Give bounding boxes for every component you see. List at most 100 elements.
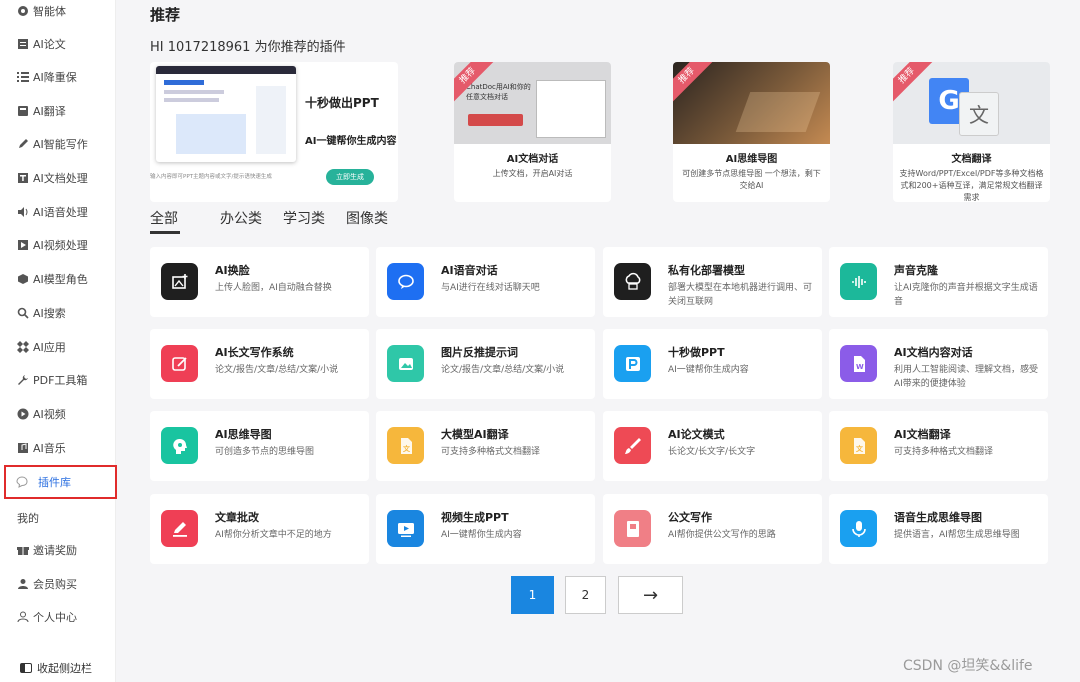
ppt-icon	[614, 345, 651, 382]
plugin-card[interactable]: AI换脸上传人脸图，AI自动融合替换	[150, 247, 369, 317]
sidebar-item-invite[interactable]: 邀请奖励	[0, 537, 116, 563]
watermark: CSDN @坦笑&&life	[903, 658, 1033, 674]
collapse-sidebar-button[interactable]: 收起侧边栏	[20, 660, 92, 676]
tab-image[interactable]: 图像类	[346, 208, 388, 228]
plugin-card-title: 大模型AI翻译	[441, 428, 509, 441]
sidebar-item-label: AI论文	[33, 38, 66, 51]
plugin-card-title: 声音克隆	[894, 264, 938, 277]
sidebar-item-profile[interactable]: 个人中心	[0, 604, 116, 630]
translate-icon	[17, 105, 29, 117]
plugin-card-desc: 论文/报告/文章/总结/文案/小说	[215, 365, 339, 375]
speaker-icon	[17, 206, 29, 218]
plugin-card-title: AI换脸	[215, 264, 250, 277]
plugin-card[interactable]: 视频生成PPT AI一键帮你生成内容	[376, 494, 595, 564]
plugin-card-desc: AI一键帮你生成内容	[668, 365, 749, 375]
plugin-card-title: 语音生成思维导图	[894, 511, 982, 524]
brush-icon	[614, 427, 651, 464]
featured-ppt-banner[interactable]: 十秒做出PPT AI一键帮你生成内容 输入内容即可PPT主题内容或文字/提示语快…	[150, 62, 398, 202]
sidebar-item-ai-search[interactable]: AI搜索	[0, 300, 116, 326]
tab-active-underline	[150, 231, 180, 234]
sidebar-item-label: AI音乐	[33, 442, 66, 455]
plugin-card-desc: 可支持多种格式文档翻译	[441, 447, 541, 457]
plugin-card[interactable]: 十秒做PPT AI一键帮你生成内容	[603, 329, 822, 399]
page-2-button[interactable]: 2	[565, 576, 606, 614]
plugin-card-title: 公文写作	[668, 511, 712, 524]
plugin-card[interactable]: AI思维导图 可创造多节点的思维导图	[150, 411, 369, 481]
mind-head-icon	[161, 427, 198, 464]
plugin-card-title: 视频生成PPT	[441, 511, 509, 524]
plugin-card[interactable]: 声音克隆让AI克隆你的声音并根据文字生成语音	[829, 247, 1048, 317]
official-doc-icon	[614, 510, 651, 547]
sidebar-item-plugins[interactable]: 插件库	[4, 465, 117, 499]
generate-now-button[interactable]: 立即生成	[326, 169, 374, 185]
plugin-card[interactable]: 私有化部署模型 部署大模型在本地机器进行调用、可关闭互联网	[603, 247, 822, 317]
sidebar-item-ai-reduce[interactable]: AI降重保	[0, 64, 116, 90]
sidebar-item-label: AI智能写作	[33, 138, 88, 151]
collapse-sidebar-label: 收起侧边栏	[37, 662, 92, 675]
featured-ai-doc-chat[interactable]: ChatDoc用AI和你的任意文档对话 推荐 AI文档对话 上传文档，开启AI对…	[454, 62, 611, 202]
sidebar-item-label: AI翻译	[33, 105, 66, 118]
plugin-card-title: 十秒做PPT	[668, 346, 725, 359]
tab-office[interactable]: 办公类	[220, 208, 262, 228]
sidebar-item-membership[interactable]: 会员购买	[0, 571, 116, 597]
sidebar-item-ai-voice[interactable]: AI语音处理	[0, 199, 116, 225]
next-page-button[interactable]: →	[618, 576, 683, 614]
featured-ai-mindmap[interactable]: 推荐 AI思维导图 可创建多节点思维导图 一个想法，剩下交给AI	[673, 62, 830, 202]
sidebar-item-ai-music[interactable]: AI音乐	[0, 435, 116, 461]
member-icon	[17, 578, 29, 590]
sidebar-item-ai-writing[interactable]: AI智能写作	[0, 131, 116, 157]
translate-char-icon: 文	[959, 92, 999, 136]
cube-icon	[17, 273, 29, 285]
cloud-server-icon	[614, 263, 651, 300]
edit-icon	[161, 345, 198, 382]
sidebar-item-ai-video-proc[interactable]: AI视频处理	[0, 232, 116, 258]
featured-doc-translate[interactable]: G 文 推荐 文档翻译 支持Word/PPT/Excel/PDF等多种文档格式和…	[893, 62, 1050, 202]
plugin-card-title: AI长文写作系统	[215, 346, 294, 359]
featured-title: 文档翻译	[951, 154, 992, 165]
tab-all[interactable]: 全部	[150, 208, 178, 228]
sidebar-item-ai-apps[interactable]: AI应用	[0, 334, 116, 360]
sidebar-item-label: AI搜索	[33, 307, 66, 320]
plugin-card-title: AI文档翻译	[894, 428, 951, 441]
plugin-card-desc: 利用人工智能阅读、理解文档，感受AI带来的便捷体验	[894, 365, 1039, 389]
plugin-card[interactable]: 文 大模型AI翻译可支持多种格式文档翻译	[376, 411, 595, 481]
banner-subtitle: AI一键帮你生成内容	[305, 136, 397, 147]
plugin-card[interactable]: AI论文模式 长论文/长文字/长文字	[603, 411, 822, 481]
plugin-card-desc: 上传人脸图，AI自动融合替换	[215, 283, 332, 293]
page-1-button[interactable]: 1	[511, 576, 554, 614]
plugin-card[interactable]: 语音生成思维导图提供语言，AI帮您生成思维导图	[829, 494, 1048, 564]
plugin-card-desc: 提供语言，AI帮您生成思维导图	[894, 530, 1020, 540]
doc-translate-icon: 文	[840, 427, 877, 464]
plugin-card-title: AI文档内容对话	[894, 346, 973, 359]
sidebar-item-label: 插件库	[38, 476, 71, 489]
plugin-card[interactable]: 文章批改 AI帮你分析文章中不足的地方	[150, 494, 369, 564]
plugin-card-desc: 与AI进行在线对话聊天吧	[441, 283, 540, 293]
sidebar-item-ai-video[interactable]: AI视频	[0, 401, 116, 427]
sidebar-section-mine: 我的	[17, 512, 39, 525]
sidebar-item-label: PDF工具箱	[33, 374, 88, 387]
agent-icon	[17, 5, 29, 17]
plugin-card[interactable]: 公文写作 AI帮你提供公文写作的思路	[603, 494, 822, 564]
plugin-card-desc: 可创造多节点的思维导图	[215, 447, 315, 457]
plugin-card[interactable]: W AI文档内容对话 利用人工智能阅读、理解文档，感受AI带来的便捷体验	[829, 329, 1048, 399]
image-icon	[387, 345, 424, 382]
sidebar-item-ai-model[interactable]: AI模型角色	[0, 266, 116, 292]
apps-icon	[17, 341, 29, 353]
plugin-card-desc: 让AI克隆你的声音并根据文字生成语音	[894, 283, 1038, 307]
plugin-card[interactable]: 文 AI文档翻译 可支持多种格式文档翻译	[829, 411, 1048, 481]
plugin-card[interactable]: AI长文写作系统论文/报告/文章/总结/文案/小说	[150, 329, 369, 399]
sidebar-item-agent[interactable]: 智能体	[0, 0, 116, 24]
sidebar-item-ai-doc[interactable]: AI文档处理	[0, 165, 116, 191]
plugin-card[interactable]: 图片反推提示词 论文/报告/文章/总结/文案/小说	[376, 329, 595, 399]
svg-text:文: 文	[403, 444, 411, 453]
sidebar-item-ai-translate[interactable]: AI翻译	[0, 98, 116, 124]
sidebar-item-label: AI模型角色	[33, 273, 88, 286]
sidebar-item-ai-paper[interactable]: AI论文	[0, 31, 116, 57]
featured-title: AI思维导图	[725, 154, 778, 165]
sidebar-item-label: AI视频处理	[33, 239, 88, 252]
text-doc-icon	[17, 172, 29, 184]
plugin-card[interactable]: AI语音对话 与AI进行在线对话聊天吧	[376, 247, 595, 317]
sidebar-item-pdf-tools[interactable]: PDF工具箱	[0, 367, 116, 393]
tab-study[interactable]: 学习类	[283, 208, 325, 228]
gift-icon	[17, 544, 29, 556]
